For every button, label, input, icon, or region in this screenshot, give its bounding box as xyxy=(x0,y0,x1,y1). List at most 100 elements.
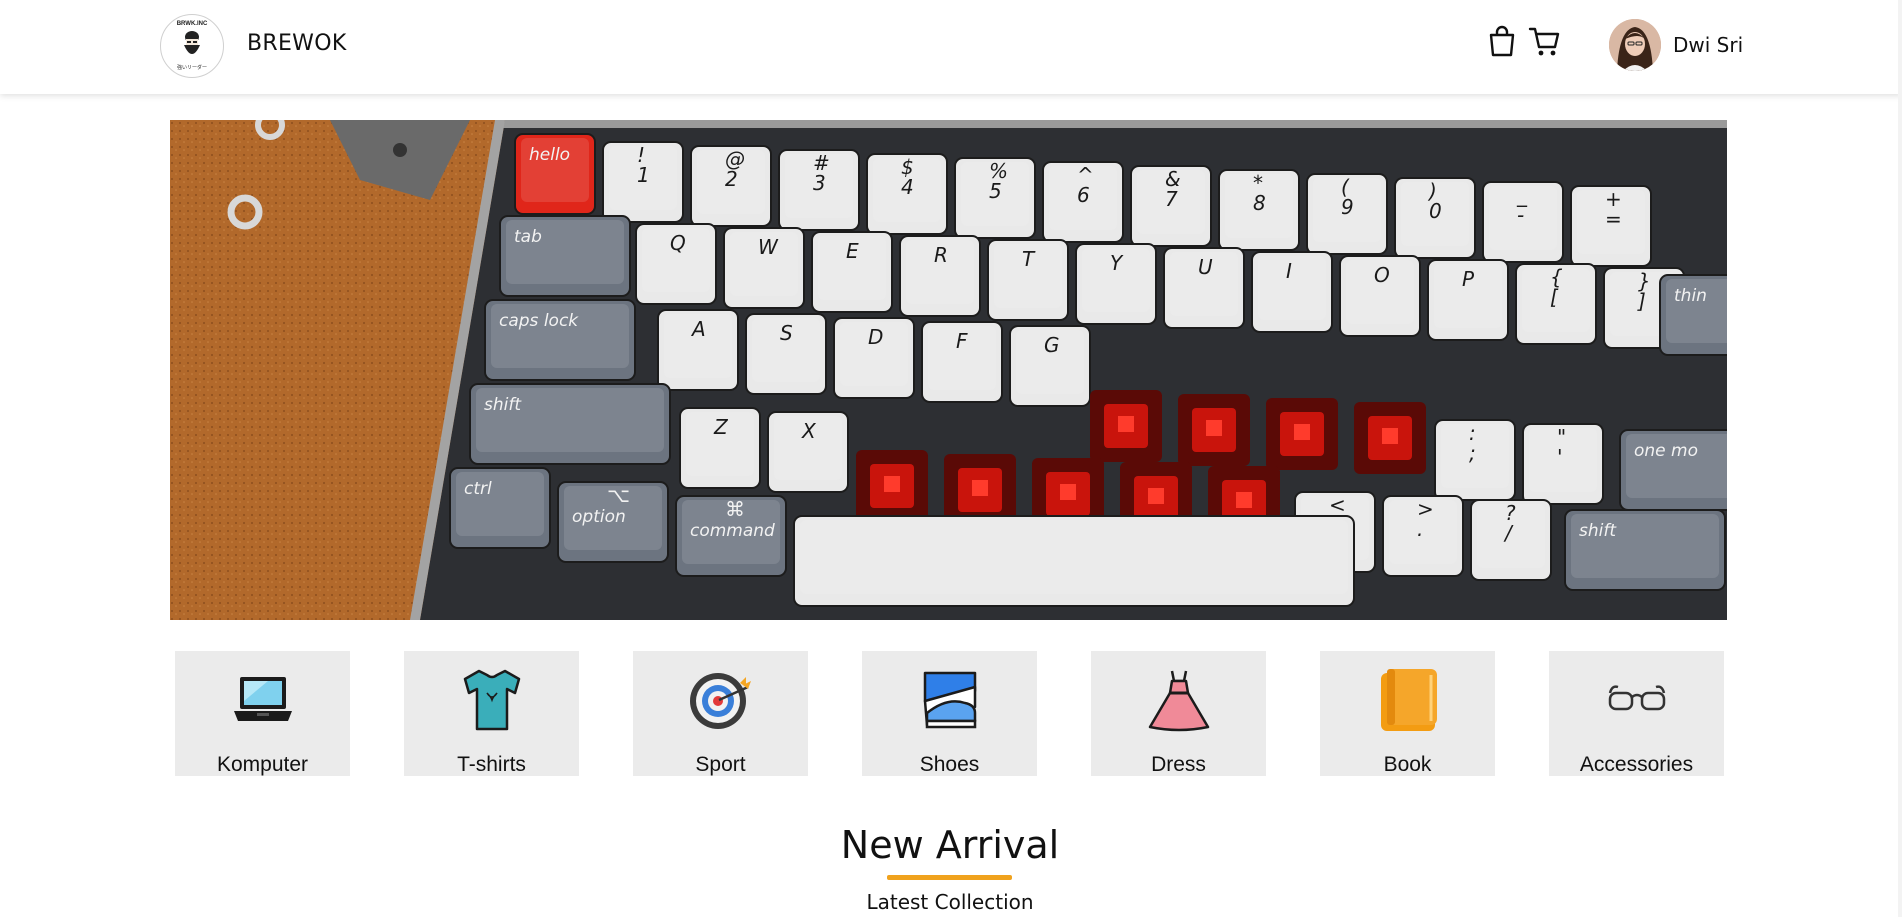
svg-text:A: A xyxy=(690,317,706,341)
book-icon xyxy=(1380,669,1437,731)
switch xyxy=(1266,398,1338,470)
svg-text:2: 2 xyxy=(725,167,738,191)
category-komputer[interactable]: Komputer xyxy=(175,651,350,776)
key: :; xyxy=(1434,419,1516,501)
user-avatar[interactable] xyxy=(1609,19,1661,71)
switch xyxy=(1090,390,1162,462)
key: X xyxy=(767,411,849,493)
svg-text:G: G xyxy=(1044,333,1060,357)
section-subtitle: Latest Collection xyxy=(866,890,1034,914)
svg-text:;: ; xyxy=(1469,441,1476,465)
svg-text:command: command xyxy=(690,521,775,541)
category-dress[interactable]: Dress xyxy=(1091,651,1266,776)
category-label: Accessories xyxy=(1579,753,1694,776)
svg-text:]: ] xyxy=(1637,289,1646,313)
svg-text:X: X xyxy=(801,419,817,443)
key: thin xyxy=(1659,274,1727,356)
svg-text:4: 4 xyxy=(901,175,914,199)
svg-text:P: P xyxy=(1462,267,1475,291)
key-caps-lock: caps lock xyxy=(484,299,636,381)
svg-text:⌥: ⌥ xyxy=(607,483,630,507)
svg-text:=: = xyxy=(1605,207,1622,231)
user-name[interactable]: Dwi Sri xyxy=(1673,33,1743,57)
svg-text:W: W xyxy=(758,235,779,259)
category-label: Komputer xyxy=(216,753,309,776)
svg-text:option: option xyxy=(572,507,626,527)
hero-banner[interactable]: hello ! 1 @2 #3 $4% 5 ^ 6 & 7 * 8(9) 0 _ - + = tab Q W E R T Y U I… xyxy=(170,120,1727,620)
brand-logo[interactable]: BRWK.INC 強いリーダー xyxy=(160,14,224,78)
category-book[interactable]: Book xyxy=(1320,651,1495,776)
svg-text:Q: Q xyxy=(670,231,686,255)
logo-top-text: BRWK.INC xyxy=(176,21,208,27)
svg-text:shift: shift xyxy=(1579,521,1617,541)
svg-text:7: 7 xyxy=(1165,187,1178,211)
cart-icon[interactable] xyxy=(1528,24,1562,58)
dress-icon xyxy=(1148,670,1209,732)
keyboard-photo: hello !1@2#3$4%5^6&7*8(9)0_-+= tab Q W E R T Y U I… xyxy=(170,120,1727,620)
user-photo xyxy=(1609,19,1661,71)
navbar: BRWK.INC 強いリーダー BREWOK Dwi Sri xyxy=(0,0,1902,94)
key: #3 xyxy=(778,149,860,231)
section-title-underline xyxy=(887,875,1012,880)
key: >. xyxy=(1382,495,1464,577)
key: U xyxy=(1163,247,1245,329)
key-ctrl: ctrl xyxy=(449,467,551,549)
svg-text:one mo: one mo xyxy=(1634,441,1698,461)
key: )0 xyxy=(1394,177,1476,259)
key: A xyxy=(657,309,739,391)
key-shift: shift xyxy=(469,383,671,465)
svg-text:.: . xyxy=(1417,517,1423,541)
key: E xyxy=(811,231,893,313)
key: P xyxy=(1427,259,1509,341)
category-label: Sport xyxy=(695,753,746,776)
svg-text:F: F xyxy=(956,329,968,353)
category-list: Komputer T-shirts Sport Shoes Dress Book… xyxy=(175,651,1725,776)
svg-text:6: 6 xyxy=(1077,183,1090,207)
brand-name[interactable]: BREWOK xyxy=(247,31,347,56)
key: one mo xyxy=(1619,429,1727,511)
key: "' xyxy=(1522,423,1604,505)
key: $4 xyxy=(866,153,948,235)
category-shoes[interactable]: Shoes xyxy=(862,651,1037,776)
svg-text:⌘: ⌘ xyxy=(725,497,745,521)
key: F xyxy=(921,321,1003,403)
category-tshirts[interactable]: T-shirts xyxy=(404,651,579,776)
category-label: Dress xyxy=(1151,753,1206,776)
key: (9 xyxy=(1306,173,1388,255)
laptop-icon xyxy=(233,677,292,721)
category-label: Shoes xyxy=(919,753,980,776)
key: O xyxy=(1339,255,1421,337)
svg-text:O: O xyxy=(1374,263,1390,287)
category-label: Book xyxy=(1383,753,1432,776)
key: R xyxy=(899,235,981,317)
svg-text:ctrl: ctrl xyxy=(464,479,492,499)
category-accessories[interactable]: Accessories xyxy=(1549,651,1724,776)
svg-text:D: D xyxy=(868,325,883,349)
key: %5 xyxy=(954,157,1036,239)
svg-text:hello: hello xyxy=(529,145,570,165)
category-label: T-shirts xyxy=(457,753,526,776)
svg-text:': ' xyxy=(1557,445,1563,469)
key: T xyxy=(987,239,1069,321)
shopping-bag-icon[interactable] xyxy=(1485,24,1519,58)
svg-text:caps lock: caps lock xyxy=(499,311,579,331)
key: {[ xyxy=(1515,263,1597,345)
key: W xyxy=(723,227,805,309)
key: !1 xyxy=(602,141,684,223)
bearded-face-icon xyxy=(184,31,200,54)
key: ?/ xyxy=(1470,499,1552,581)
svg-text:tab: tab xyxy=(514,227,542,247)
key: Y xyxy=(1075,243,1157,325)
svg-text:R: R xyxy=(934,243,948,267)
svg-text:thin: thin xyxy=(1674,286,1707,306)
key-option: ⌥option xyxy=(557,481,669,563)
target-icon xyxy=(689,673,751,729)
svg-text:5: 5 xyxy=(989,179,1002,203)
scrollbar[interactable] xyxy=(1898,0,1902,917)
svg-text:Y: Y xyxy=(1110,251,1124,275)
key: _- xyxy=(1482,181,1564,263)
category-sport[interactable]: Sport xyxy=(633,651,808,776)
svg-text:1: 1 xyxy=(637,163,650,187)
svg-text:E: E xyxy=(846,239,859,263)
svg-text:I: I xyxy=(1286,259,1292,283)
